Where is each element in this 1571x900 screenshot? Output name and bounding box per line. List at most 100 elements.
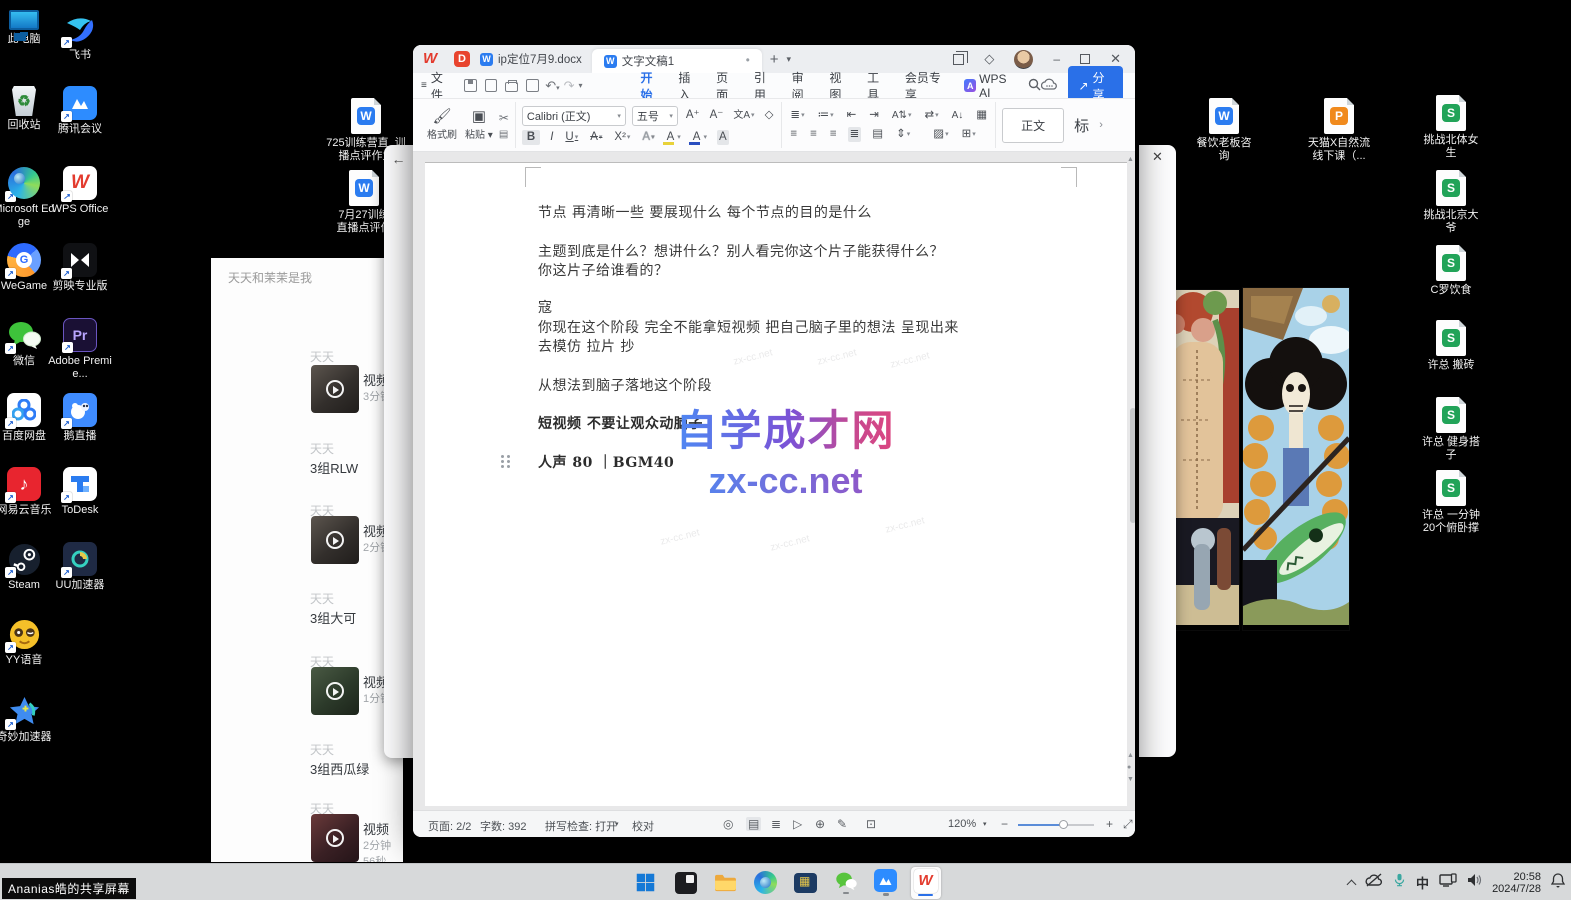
outline-view-icon[interactable]: ≣ (771, 817, 781, 831)
desktop-icon-uu-booster[interactable]: UU加速器 (48, 542, 112, 592)
shading-fill-icon[interactable]: ▨▾ (931, 127, 950, 142)
document-area[interactable]: 节点 再清晰一些 要展现什么 每个节点的目的是什么 主题到底是什么？想讲什么？别… (413, 152, 1135, 810)
scroll-up-icon[interactable]: ▲ (1127, 156, 1134, 163)
windows-stack-icon[interactable] (953, 54, 964, 65)
desktop-icon-doc-daye[interactable]: S 挑战北京大爷 (1419, 170, 1483, 235)
taskbar-edge[interactable] (751, 867, 781, 899)
font-color-button[interactable]: A▾ (691, 130, 709, 145)
word-count[interactable]: 字数: 392 (480, 818, 526, 834)
web-view-icon[interactable]: ⊕ (815, 817, 825, 831)
show-marks-icon[interactable]: ▦ (974, 108, 989, 123)
highlight-color-button[interactable]: A▾ (665, 130, 683, 145)
cast-device-icon[interactable] (1439, 873, 1457, 893)
character-shading-button[interactable]: A (717, 130, 729, 145)
zoom-level[interactable]: 120% (948, 818, 976, 830)
integration-icon[interactable]: ◇ (984, 51, 994, 67)
ime-indicator[interactable]: 中 (1416, 873, 1429, 892)
chat-video-thumbnail[interactable] (311, 667, 359, 715)
taskbar-app-dark[interactable] (671, 867, 701, 899)
search-icon[interactable] (1028, 78, 1041, 94)
redo-icon[interactable]: ↷ (564, 78, 575, 94)
print-icon[interactable] (505, 82, 518, 92)
strikethrough-button[interactable]: A▾ (588, 130, 604, 145)
desktop-icon-qimiao-booster[interactable]: 奇妙加速器 (0, 694, 56, 744)
decrease-font-icon[interactable]: A⁻ (708, 108, 726, 123)
taskbar-wechat[interactable] (831, 867, 861, 899)
copy-icon[interactable]: ▤ (499, 129, 509, 140)
close-button[interactable]: ✕ (1110, 51, 1121, 67)
style-body-button[interactable]: 正文 (1002, 108, 1064, 143)
focus-mode-icon[interactable]: ⊡ (866, 817, 876, 831)
line-spacing-icon[interactable]: ⇕▾ (894, 127, 912, 142)
chat-video-thumbnail[interactable] (311, 365, 359, 413)
desktop-icon-doc-jianshen[interactable]: S 许总 健身搭子 (1419, 397, 1483, 462)
record-view-icon[interactable]: ◎ (723, 817, 733, 831)
borders-icon[interactable]: ⊞▾ (960, 127, 978, 142)
taskbar-wps-active[interactable]: W (911, 867, 941, 899)
desktop-icon-doc-beiti[interactable]: S 挑战北体女生 (1419, 95, 1483, 160)
doc-paragraph[interactable]: 你这片子给谁看的？ (538, 260, 669, 280)
doc-paragraph[interactable]: 从想法到脑子落地这个阶段 (538, 375, 712, 395)
page-nav-dot-icon[interactable]: ● (1127, 764, 1131, 771)
bold-button[interactable]: B (522, 130, 540, 145)
desktop-icon-doc-cluo[interactable]: S C罗饮食 (1419, 245, 1483, 297)
avatar[interactable] (1014, 50, 1033, 69)
numbered-list-icon[interactable]: ≔▾ (816, 108, 836, 123)
export-icon[interactable] (485, 79, 498, 92)
increase-font-icon[interactable]: A⁺ (684, 108, 702, 123)
desktop-icon-premiere[interactable]: Pr Adobe Premie... (48, 318, 112, 381)
proofread-button[interactable]: 校对 (632, 818, 654, 834)
desktop-icon-feishu[interactable]: 飞书 (48, 12, 112, 62)
spellcheck-status[interactable]: 拼写检查: 打开 (545, 818, 617, 834)
menu-wps-ai[interactable]: AWPS AI (956, 72, 1024, 100)
fullscreen-icon[interactable]: ⤢ (1123, 817, 1133, 832)
italic-button[interactable]: I (548, 130, 555, 145)
paste-button[interactable]: ▣粘贴 ▾ (463, 109, 495, 141)
decrease-indent-icon[interactable]: ⇤ (845, 108, 859, 123)
underline-button[interactable]: U▾ (563, 130, 580, 145)
desktop-icon-doc-canyin[interactable]: W 餐饮老板咨询 (1192, 98, 1256, 163)
tray-expand-chevron-icon[interactable] (1347, 879, 1357, 889)
font-name-select[interactable]: Calibri (正文)▾ (522, 106, 626, 126)
style-heading-button[interactable]: 标 (1074, 115, 1089, 136)
close-icon[interactable]: ✕ (1152, 149, 1163, 164)
change-case-icon[interactable]: 文A▾ (731, 108, 756, 123)
desktop-icon-tencent-meeting[interactable]: 腾讯会议 (48, 86, 112, 136)
scrollbar-thumb[interactable] (1130, 408, 1135, 523)
text-direction-icon[interactable]: A⇅▾ (890, 108, 914, 123)
cloud-paused-icon[interactable] (1365, 873, 1383, 892)
superscript-button[interactable]: X²▾ (612, 130, 632, 145)
cloud-sync-icon[interactable] (1041, 78, 1058, 94)
distribute-icon[interactable]: ▤ (870, 127, 885, 142)
align-center-icon[interactable]: ≡ (808, 127, 819, 142)
background-window-right-edge[interactable]: ✕ (1139, 145, 1176, 757)
increase-indent-icon[interactable]: ⇥ (867, 108, 881, 123)
notification-bell-icon[interactable] (1551, 873, 1565, 893)
zoom-in-button[interactable]: + (1106, 817, 1113, 831)
desktop-icon-todesk[interactable]: ToDesk (48, 467, 112, 517)
desktop-icon-ppt-tmall[interactable]: P 天猫X自然流线下课（... (1307, 98, 1371, 163)
align-right-icon[interactable]: ≡ (828, 127, 839, 142)
paragraph-drag-handle-icon[interactable] (501, 455, 504, 458)
tab-document-1[interactable]: W ip定位7月9.docx (470, 45, 592, 73)
styles-scroll-chevron-icon[interactable]: › (1099, 119, 1103, 131)
format-painter-button[interactable]: 🖌格式刷 (425, 109, 459, 141)
background-window-left-edge[interactable]: ← (384, 145, 413, 758)
next-page-icon[interactable]: ▼ (1127, 776, 1134, 783)
zoom-out-button[interactable]: − (1001, 817, 1008, 831)
read-mode-icon[interactable]: ▷ (793, 817, 802, 831)
chat-video-thumbnail[interactable] (311, 516, 359, 564)
undo-icon[interactable]: ↶▾ (545, 78, 559, 94)
taskbar-clock[interactable]: 20:58 2024/7/28 (1492, 871, 1541, 895)
more-tools-chevron-icon[interactable]: ▾ (579, 81, 583, 90)
start-button[interactable] (631, 867, 661, 899)
sort-icon[interactable]: A↓ (950, 108, 966, 123)
font-size-select[interactable]: 五号▾ (632, 106, 678, 126)
speaker-icon[interactable] (1467, 873, 1482, 892)
outline-text-button[interactable]: A▾ (640, 130, 656, 145)
desktop-icon-jianying[interactable]: 剪映专业版 (48, 243, 112, 293)
desktop-icon-doc-banzhuan[interactable]: S 许总 搬砖 (1419, 320, 1483, 372)
justify-icon[interactable]: ≣ (848, 127, 862, 142)
back-arrow-icon[interactable]: ← (392, 151, 406, 167)
chat-video-thumbnail[interactable] (311, 814, 359, 862)
